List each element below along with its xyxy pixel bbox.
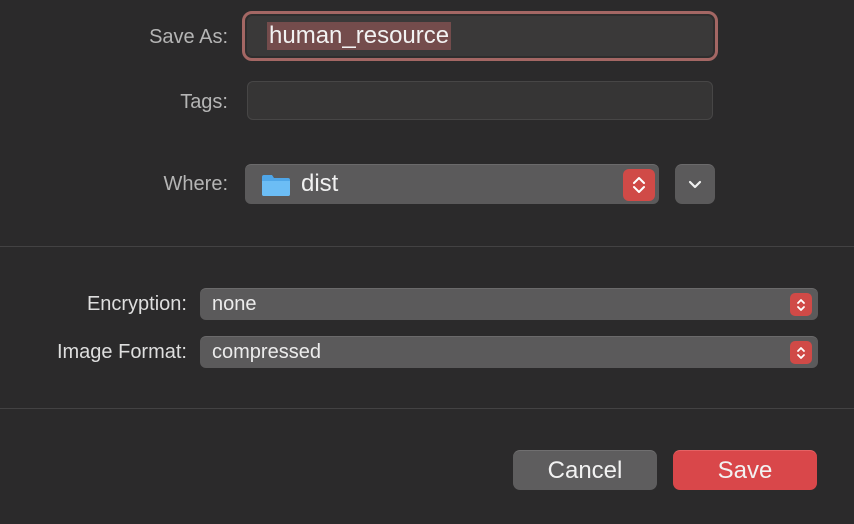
up-down-chevron-icon <box>797 298 805 311</box>
expand-browser-button[interactable] <box>675 164 715 204</box>
up-down-chevron-icon <box>633 177 645 193</box>
where-label: Where: <box>163 173 228 195</box>
encryption-select[interactable]: none <box>200 288 818 320</box>
where-stepper-icon[interactable] <box>623 169 655 201</box>
folder-icon <box>262 175 290 196</box>
tags-label: Tags: <box>180 91 228 113</box>
save-dialog: Save As: human_resource Tags: Where: dis… <box>0 0 854 524</box>
encryption-label: Encryption: <box>86 293 187 315</box>
image-format-label: Image Format: <box>56 341 187 363</box>
save-as-value: human_resource <box>267 22 452 50</box>
encryption-value: none <box>212 293 257 315</box>
image-format-value: compressed <box>212 341 321 363</box>
divider-bottom <box>0 408 854 409</box>
divider-top <box>0 246 854 247</box>
chevron-down-icon <box>688 180 702 188</box>
image-format-select[interactable]: compressed <box>200 336 818 368</box>
up-down-chevron-icon <box>797 346 805 359</box>
save-as-input[interactable]: human_resource <box>242 11 718 61</box>
tags-input[interactable] <box>247 81 713 120</box>
encryption-stepper-icon[interactable] <box>790 293 812 316</box>
save-as-label: Save As: <box>149 26 228 48</box>
save-button[interactable]: Save <box>673 450 817 490</box>
image-format-stepper-icon[interactable] <box>790 341 812 364</box>
where-value: dist <box>301 170 339 197</box>
where-location-popup[interactable]: dist <box>245 164 659 204</box>
cancel-button[interactable]: Cancel <box>513 450 657 490</box>
